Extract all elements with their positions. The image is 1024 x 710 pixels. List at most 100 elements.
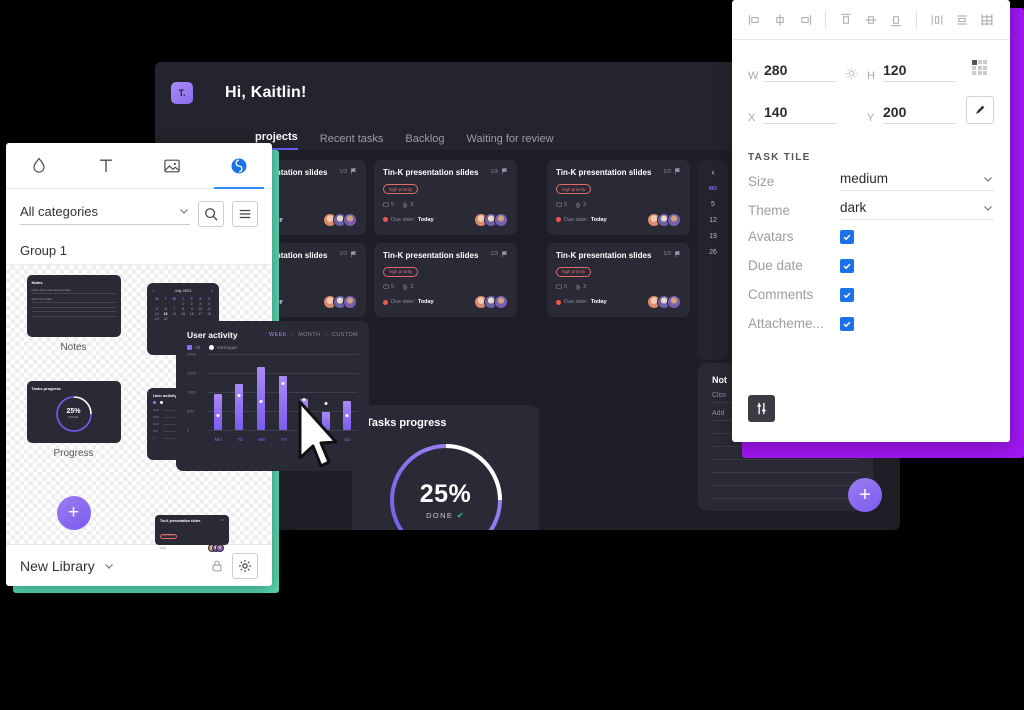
comment-icon	[556, 284, 562, 289]
legend-item-messages: Messages	[209, 345, 238, 350]
height-field[interactable]: 120	[883, 62, 955, 82]
lock-icon[interactable]	[210, 559, 224, 573]
chart-x-tick: TU	[237, 436, 243, 442]
tab-colors[interactable]	[6, 143, 73, 188]
x-field[interactable]: 140	[764, 104, 836, 124]
range-month[interactable]: MONTH	[298, 332, 320, 338]
paperclip-icon	[403, 202, 407, 208]
align-left-icon[interactable]	[747, 12, 763, 28]
range-custom[interactable]: CUSTOM	[332, 332, 358, 338]
card-progress-count: 1/3	[663, 168, 671, 175]
align-right-icon[interactable]	[797, 12, 813, 28]
due-indicator-icon	[383, 299, 388, 305]
table-row[interactable]: Tin-K presentation slides 1/3 high prior…	[374, 160, 517, 235]
comment-count: 5	[383, 202, 394, 208]
calendar-strip[interactable]: ‹ MO 5 12 19 26	[698, 160, 728, 360]
note-divider	[712, 498, 859, 499]
image-icon	[164, 159, 180, 172]
inspector-panel: W 280 H 120 X 140 Y 200 TASK TILE Size m…	[732, 0, 1010, 442]
grid-icon[interactable]	[979, 12, 995, 28]
x-label: X	[748, 112, 756, 124]
search-button[interactable]	[198, 201, 224, 227]
settings-button[interactable]	[232, 552, 258, 579]
list-item[interactable]: Tasks progress 25% DONE Progress	[10, 376, 137, 478]
range-week[interactable]: WEEK	[269, 332, 287, 338]
thumbnail-line: Close from sale before Friday	[31, 288, 116, 294]
mini-calendar-dow: W	[172, 297, 176, 301]
component-icon	[231, 158, 247, 173]
comment-count: 5	[383, 284, 394, 290]
comments-checkbox[interactable]	[840, 287, 854, 302]
calendar-day[interactable]: 26	[709, 249, 717, 256]
tab-text[interactable]	[73, 143, 140, 188]
tab-images[interactable]	[139, 143, 206, 188]
due-date-value: Today	[590, 299, 607, 306]
droplet-icon	[33, 157, 45, 173]
table-row[interactable]: Tin-K presentation slides 1/3 high prior…	[547, 160, 690, 235]
mini-calendar-day: 16	[189, 312, 194, 316]
thumbnail-due: Today	[160, 546, 167, 550]
chevron-left-icon[interactable]: ‹	[712, 167, 715, 177]
mini-calendar-day: 19	[154, 317, 159, 321]
link-constrain-icon[interactable]	[845, 67, 858, 80]
tab-recent-tasks[interactable]: Recent tasks	[320, 133, 384, 150]
width-field[interactable]: 280	[764, 62, 836, 82]
due-date-checkbox[interactable]	[840, 258, 854, 273]
status-badge: high priority	[383, 266, 419, 277]
category-select[interactable]: All categories	[20, 204, 190, 225]
align-top-icon[interactable]	[838, 12, 854, 28]
mini-calendar-day: 15	[180, 312, 185, 316]
chart-bar-column	[250, 354, 272, 430]
table-row[interactable]: Tin-K presentation slides 1/3 high prior…	[547, 242, 690, 318]
avatars-checkbox[interactable]	[840, 229, 854, 244]
size-select[interactable]: medium	[840, 171, 994, 191]
tab-backlog[interactable]: Backlog	[405, 133, 444, 150]
mini-calendar-day: 2	[190, 302, 193, 306]
distribute-horizontal-icon[interactable]	[929, 12, 945, 28]
range-divider: |	[325, 332, 327, 338]
align-center-horizontal-icon[interactable]	[772, 12, 788, 28]
calendar-day[interactable]: 12	[709, 217, 717, 224]
avatar	[494, 212, 508, 227]
flag-icon	[502, 251, 508, 257]
add-component-button[interactable]: +	[56, 495, 91, 530]
attachment-count: 3	[402, 202, 413, 208]
property-label: Due date	[748, 258, 803, 273]
snap-button[interactable]	[966, 96, 994, 124]
avatar-group	[208, 544, 224, 552]
tab-components[interactable]	[206, 143, 273, 189]
property-label: Theme	[748, 202, 791, 218]
progress-percent: 25%	[419, 480, 472, 509]
list-item[interactable]: Notes Close from sale before Friday Add …	[10, 270, 137, 372]
property-avatars: Avatars	[732, 229, 1010, 244]
tab-waiting-for-review[interactable]: Waiting for review	[467, 133, 554, 150]
theme-select[interactable]: dark	[840, 200, 994, 220]
mini-progress-label: DONE	[68, 415, 79, 420]
add-component-cell[interactable]: +	[10, 481, 137, 539]
align-bottom-icon[interactable]	[888, 12, 904, 28]
avatar-group	[323, 212, 357, 227]
calendar-day[interactable]: 5	[711, 201, 715, 208]
list-view-button[interactable]	[232, 201, 258, 227]
y-field[interactable]: 200	[883, 104, 955, 124]
avatar	[343, 295, 357, 310]
notes-component-thumbnail: Notes Close from sale before Friday Add …	[26, 275, 121, 337]
status-badge: high priority	[383, 184, 419, 195]
chevron-down-icon[interactable]	[103, 560, 115, 572]
sliders-button[interactable]	[748, 395, 775, 422]
legend-swatch-all	[187, 345, 192, 350]
distribute-vertical-icon[interactable]	[954, 12, 970, 28]
thumbnail-count: 1/3	[220, 519, 224, 522]
calendar-day[interactable]: 19	[709, 233, 717, 240]
chart-bar	[256, 367, 265, 430]
board-column-2: Tin-K presentation slides 1/3 high prior…	[352, 160, 539, 530]
chevron-down-icon	[984, 176, 992, 182]
mini-calendar-dow: M	[155, 297, 159, 301]
align-middle-vertical-icon[interactable]	[863, 12, 879, 28]
attachments-checkbox[interactable]	[840, 316, 854, 331]
mini-calendar-day	[162, 302, 170, 306]
table-row[interactable]: Tin-K presentation slides 1/3 high prior…	[374, 242, 517, 318]
corner-radius-button[interactable]	[966, 54, 994, 82]
add-task-button[interactable]: +	[848, 478, 882, 512]
